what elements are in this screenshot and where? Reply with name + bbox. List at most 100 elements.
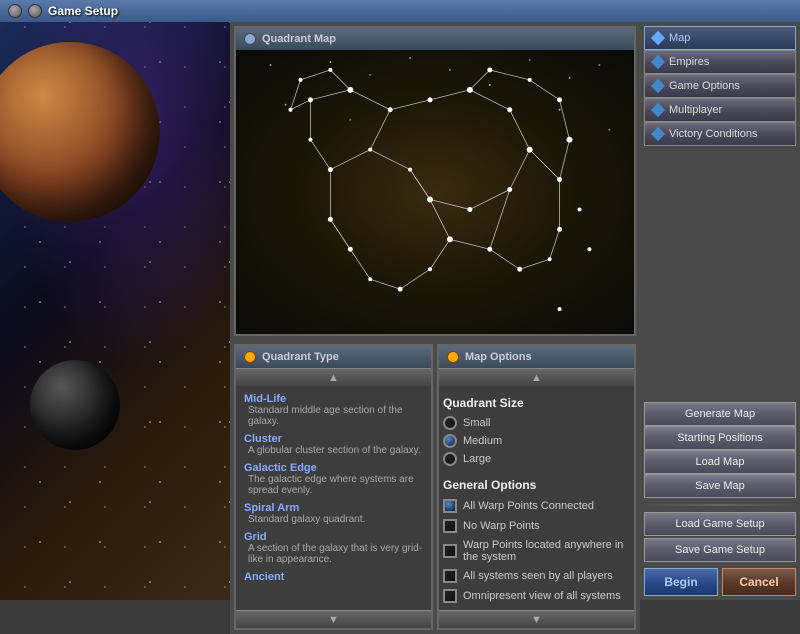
action-button-starting-positions[interactable]: Starting Positions	[644, 426, 796, 450]
save-game-setup-button[interactable]: Save Game Setup	[644, 538, 796, 562]
general-option-label: Warp Points located anywhere in the syst…	[463, 539, 630, 563]
divider	[644, 504, 796, 506]
general-option[interactable]: All systems seen by all players	[443, 566, 630, 586]
nav-button-multiplayer[interactable]: Multiplayer	[644, 98, 796, 122]
checkbox	[443, 499, 457, 513]
action-button-load-map[interactable]: Load Map	[644, 450, 796, 474]
quadrant-panel-icon	[244, 351, 256, 363]
right-panel: Map Empires Game Options Multiplayer Victory…	[640, 22, 800, 600]
nav-diamond-multiplayer	[651, 103, 665, 117]
nav-label-empires: Empires	[669, 56, 709, 68]
bottom-panels: Quadrant Type ▲ Mid-LifeStandard middle …	[230, 340, 640, 634]
general-option-label: All Warp Points Connected	[463, 500, 594, 512]
quadrant-scroll-down[interactable]: ▼	[236, 610, 431, 628]
quadrant-item-name: Mid-Life	[244, 393, 423, 405]
cancel-button[interactable]: Cancel	[722, 568, 796, 596]
nav-button-empires[interactable]: Empires	[644, 50, 796, 74]
quadrant-panel-title: Quadrant Type	[262, 351, 339, 363]
map-header-icon	[244, 33, 256, 45]
quadrant-item-name: Galactic Edge	[244, 462, 423, 474]
checkbox	[443, 569, 457, 583]
radio-button	[443, 416, 457, 430]
general-option[interactable]: Omnipresent view of all systems	[443, 586, 630, 606]
quadrant-item-desc: Standard middle age section of the galax…	[248, 405, 423, 427]
general-option[interactable]: Warp Points located anywhere in the syst…	[443, 536, 630, 566]
center-panel: Quadrant Map	[230, 22, 640, 600]
action-button-save-map[interactable]: Save Map	[644, 474, 796, 498]
quadrant-item-name: Grid	[244, 531, 423, 543]
map-options-icon	[447, 351, 459, 363]
nav-label-map: Map	[669, 32, 690, 44]
size-label: Medium	[463, 435, 502, 447]
map-options-header: Map Options	[439, 346, 634, 368]
size-option-small[interactable]: Small	[443, 414, 630, 432]
map-options-panel: Map Options ▲ Quadrant Size Small Medium L…	[437, 344, 636, 630]
map-options-title: Map Options	[465, 351, 532, 363]
starmap-svg	[236, 50, 634, 334]
quadrant-item-spiral-arm[interactable]: Spiral ArmStandard galaxy quadrant.	[240, 499, 427, 528]
action-buttons: Generate MapStarting PositionsLoad MapSa…	[644, 402, 796, 498]
nav-button-game-options[interactable]: Game Options	[644, 74, 796, 98]
general-option-label: Omnipresent view of all systems	[463, 590, 621, 602]
quadrant-panel-header: Quadrant Type	[236, 346, 431, 368]
nav-diamond-game-options	[651, 79, 665, 93]
title-bar: Game Setup	[0, 0, 800, 22]
general-options-label: General Options	[443, 478, 630, 492]
quadrant-item-name: Spiral Arm	[244, 502, 423, 514]
general-option-label: All systems seen by all players	[463, 570, 613, 582]
quadrant-item-name: Cluster	[244, 433, 423, 445]
quadrant-item-desc: The galactic edge where systems are spre…	[248, 474, 423, 496]
quadrant-type-panel: Quadrant Type ▲ Mid-LifeStandard middle …	[234, 344, 433, 630]
nav-diamond-map	[651, 31, 665, 45]
map-options-scroll-up[interactable]: ▲	[439, 368, 634, 386]
nav-label-multiplayer: Multiplayer	[669, 104, 722, 116]
size-label: Small	[463, 417, 491, 429]
begin-button[interactable]: Begin	[644, 568, 718, 596]
map-area: Quadrant Map	[234, 26, 636, 336]
map-header-label: Quadrant Map	[262, 33, 336, 45]
general-option[interactable]: No Warp Points	[443, 516, 630, 536]
quadrant-scroll-up[interactable]: ▲	[236, 368, 431, 386]
nav-diamond-empires	[651, 55, 665, 69]
action-button-generate-map[interactable]: Generate Map	[644, 402, 796, 426]
quadrant-item-grid[interactable]: GridA section of the galaxy that is very…	[240, 528, 427, 568]
size-label: Large	[463, 453, 491, 465]
general-options: All Warp Points Connected No Warp Points W…	[443, 496, 630, 606]
quadrant-size-label: Quadrant Size	[443, 396, 630, 410]
nav-label-victory-conditions: Victory Conditions	[669, 128, 757, 140]
map-options-scroll-down[interactable]: ▼	[439, 610, 634, 628]
close-button[interactable]	[28, 4, 42, 18]
quadrant-item-cluster[interactable]: ClusterA globular cluster section of the…	[240, 430, 427, 459]
main-layout: Quadrant Map	[0, 22, 800, 600]
nav-buttons: Map Empires Game Options Multiplayer Victory…	[644, 26, 796, 146]
size-option-medium[interactable]: Medium	[443, 432, 630, 450]
radio-button	[443, 434, 457, 448]
window-title: Game Setup	[48, 4, 118, 18]
quadrant-item-mid-life[interactable]: Mid-LifeStandard middle age section of t…	[240, 390, 427, 430]
nav-diamond-victory-conditions	[651, 127, 665, 141]
map-header: Quadrant Map	[236, 28, 634, 50]
size-option-large[interactable]: Large	[443, 450, 630, 468]
load-game-setup-button[interactable]: Load Game Setup	[644, 512, 796, 536]
map-options-content: Quadrant Size Small Medium Large General O…	[439, 386, 634, 610]
quadrant-item-galactic-edge[interactable]: Galactic EdgeThe galactic edge where sys…	[240, 459, 427, 499]
checkbox	[443, 519, 457, 533]
radio-button	[443, 452, 457, 466]
minimize-button[interactable]	[8, 4, 22, 18]
nav-button-victory-conditions[interactable]: Victory Conditions	[644, 122, 796, 146]
quadrant-item-ancient[interactable]: Ancient	[240, 568, 427, 586]
quadrant-list: Mid-LifeStandard middle age section of t…	[236, 386, 431, 610]
quadrant-item-desc: Standard galaxy quadrant.	[248, 514, 423, 525]
space-background-panel	[0, 22, 230, 600]
planet-small	[30, 360, 120, 450]
nav-button-map[interactable]: Map	[644, 26, 796, 50]
quadrant-item-desc: A globular cluster section of the galaxy…	[248, 445, 423, 456]
starmap[interactable]	[236, 50, 634, 334]
nav-label-game-options: Game Options	[669, 80, 740, 92]
size-options: Small Medium Large	[443, 414, 630, 468]
quadrant-item-desc: A section of the galaxy that is very gri…	[248, 543, 423, 565]
quadrant-item-name: Ancient	[244, 571, 423, 583]
bottom-buttons: Begin Cancel	[644, 568, 796, 596]
general-option-label: No Warp Points	[463, 520, 540, 532]
general-option[interactable]: All Warp Points Connected	[443, 496, 630, 516]
